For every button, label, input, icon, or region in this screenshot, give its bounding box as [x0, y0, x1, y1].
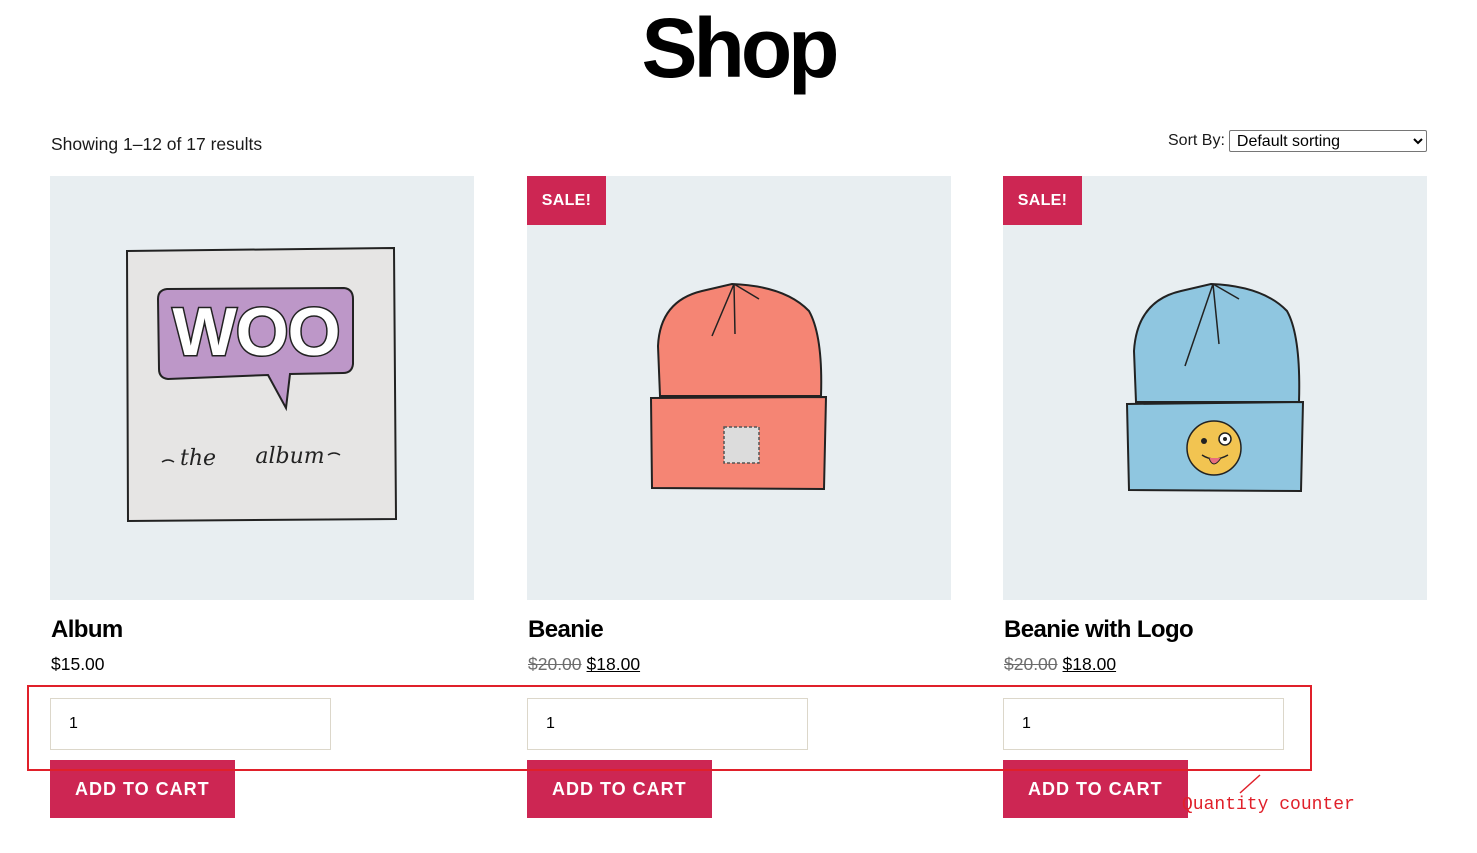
annotation-label: Quantity counter: [1182, 795, 1355, 815]
product-name[interactable]: Beanie with Logo: [1004, 616, 1194, 644]
result-count: Showing 1–12 of 17 results: [51, 134, 263, 154]
add-to-cart-button[interactable]: ADD TO CART: [527, 760, 712, 818]
quantity-input[interactable]: [50, 698, 331, 750]
add-to-cart-button[interactable]: ADD TO CART: [1003, 760, 1188, 818]
sort-label: Sort By:: [1168, 132, 1225, 149]
product-card-beanie: SALE! Beanie $20.00$18.00 ADD TO CART: [527, 176, 951, 818]
album-woo-illustration: WOO the album: [125, 246, 398, 523]
regular-price: $15.00: [51, 654, 105, 674]
album-caption-album: album: [255, 444, 324, 469]
product-price: $20.00 $18.00: [1004, 654, 1116, 675]
orange-beanie-illustration: [649, 282, 828, 491]
sort-select[interactable]: Default sorting: [1228, 130, 1427, 152]
product-name[interactable]: Beanie: [528, 616, 604, 644]
blue-beanie-logo-illustration: [1125, 282, 1305, 493]
page-title: Shop: [641, 1, 840, 95]
product-price: $15.00: [51, 654, 105, 675]
product-image[interactable]: SALE!: [527, 176, 951, 600]
annotation-pointer: [1239, 774, 1261, 794]
old-price: $20.00: [1004, 654, 1058, 674]
woo-logo-text: WOO: [173, 294, 340, 370]
product-image[interactable]: SALE!: [1003, 176, 1427, 600]
product-image[interactable]: WOO the album: [50, 176, 474, 600]
quantity-input[interactable]: [1003, 698, 1284, 750]
sale-price: $18.00: [1062, 654, 1117, 674]
sale-price: $18.00: [586, 654, 641, 674]
add-to-cart-button[interactable]: ADD TO CART: [50, 760, 235, 818]
old-price: $20.00: [528, 654, 582, 674]
product-name[interactable]: Album: [51, 616, 123, 644]
sale-badge: SALE!: [1003, 176, 1082, 225]
product-card-beanie-with-logo: SALE! Beanie with Logo $20.00$18.00 ADD …: [1003, 176, 1427, 818]
quantity-input[interactable]: [527, 698, 808, 750]
sale-badge: SALE!: [527, 176, 606, 225]
product-price: $20.00 $18.00: [528, 654, 640, 675]
product-card-album: WOO the album Album $15.00 ADD TO CART: [50, 176, 474, 818]
sort-control: Sort By: Default sorting: [1168, 130, 1427, 152]
album-caption-the: the: [180, 446, 216, 471]
